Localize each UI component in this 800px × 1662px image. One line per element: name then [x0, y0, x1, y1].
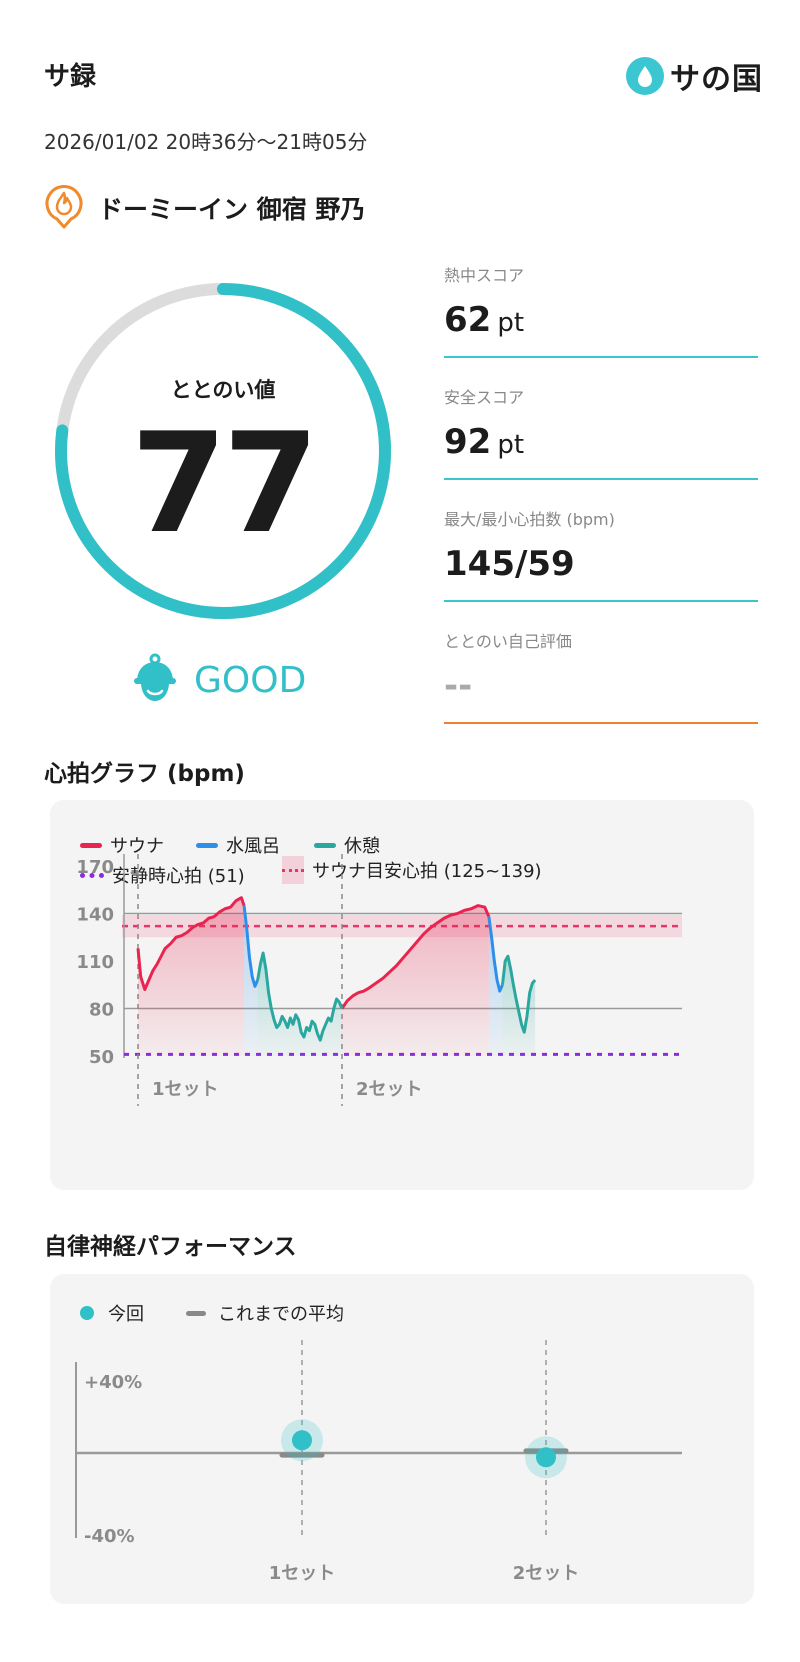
rating: GOOD — [132, 652, 306, 708]
score-value: 145/59 — [444, 544, 575, 584]
sauna-hat-face-icon — [132, 652, 178, 708]
y-tick-label: 140 — [76, 905, 114, 926]
score-divider — [444, 478, 758, 480]
page-title: サ録 — [44, 62, 97, 92]
score-divider — [444, 356, 758, 358]
score-label: 安全スコア — [444, 388, 525, 407]
score-value: 62 — [444, 300, 492, 340]
autonomic-title: 自律神経パフォーマンス — [44, 1234, 297, 1260]
session-datetime: 2026/01/02 20時36分〜21時05分 — [44, 130, 368, 154]
score-label: 熱中スコア — [444, 266, 525, 285]
y-tick-label: +40% — [84, 1372, 142, 1393]
y-tick-label: 80 — [89, 1000, 114, 1021]
logo-text: サの国 — [670, 62, 763, 97]
y-tick-label: 50 — [89, 1047, 114, 1068]
water-drop-icon — [626, 57, 664, 95]
score-value: 92 — [444, 422, 492, 462]
set-label: 2セット — [356, 1079, 423, 1100]
heart-rate-chart: 170 140 110 80 50 1セット 2セット — [76, 854, 682, 1106]
heart-rate-maxmin: 最大/最小心拍数 (bpm) 145/59 — [444, 506, 758, 602]
y-tick-label: -40% — [84, 1526, 135, 1547]
rating-label: GOOD — [194, 659, 307, 701]
category-label: 2セット — [513, 1563, 580, 1584]
self-evaluation[interactable]: ととのい自己評価 -- — [444, 628, 758, 724]
score-label: ととのい自己評価 — [444, 632, 572, 651]
current-point — [536, 1447, 556, 1468]
score-value: -- — [444, 666, 473, 706]
autonomic-panel: 今回 これまでの平均 +40% -40% 1セット 2セット — [50, 1274, 754, 1604]
gauge-value: 77 — [130, 403, 319, 564]
autonomic-chart: +40% -40% 1セット 2セット — [75, 1340, 682, 1584]
facility-row[interactable]: ドーミーイン 御宿 野乃 — [44, 182, 365, 234]
y-tick-label: 110 — [76, 952, 114, 973]
facility-name: ドーミーイン 御宿 野乃 — [98, 195, 366, 224]
y-tick-label: 170 — [76, 857, 114, 878]
score-unit: pt — [497, 430, 525, 460]
current-point — [292, 1430, 312, 1451]
sauna-fire-pin-icon — [44, 182, 84, 234]
score-divider — [444, 722, 758, 724]
score-label: 最大/最小心拍数 (bpm) — [444, 510, 615, 529]
safety-score: 安全スコア 92 pt — [444, 384, 758, 480]
score-divider — [444, 600, 758, 602]
heart-rate-title: 心拍グラフ (bpm) — [44, 761, 245, 787]
app-logo: サの国 — [626, 56, 763, 97]
gauge-label: ととのい値 — [170, 378, 276, 402]
category-label: 1セット — [269, 1563, 336, 1584]
set-label: 1セット — [152, 1079, 219, 1100]
heat-score: 熱中スコア 62 pt — [444, 262, 758, 358]
heart-rate-panel: サウナ 水風呂 休憩 安静時心拍 (51) サウナ目安心拍 (125~139) … — [50, 800, 754, 1190]
score-unit: pt — [497, 308, 525, 338]
